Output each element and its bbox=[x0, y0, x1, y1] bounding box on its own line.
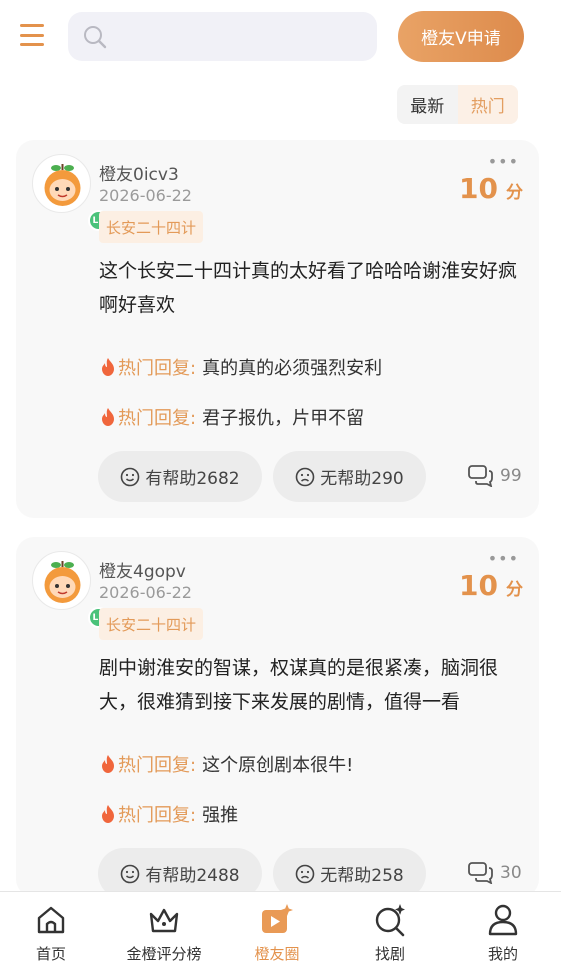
review-date: 2026-06-22 bbox=[99, 186, 192, 205]
review-card: L2 橙友4gopv 2026-06-22 长安二十四计 ••• 10 分 剧中… bbox=[16, 537, 539, 899]
username[interactable]: 橙友4gopv bbox=[99, 557, 186, 582]
score: 10 分 bbox=[459, 569, 523, 602]
search-input[interactable] bbox=[68, 12, 377, 61]
comment-icon bbox=[468, 465, 493, 487]
more-options-icon[interactable]: ••• bbox=[488, 549, 519, 568]
orange-mascot-icon bbox=[44, 164, 81, 206]
fire-icon bbox=[102, 755, 114, 773]
home-icon bbox=[37, 906, 65, 934]
comments-button[interactable]: 99 bbox=[468, 465, 522, 487]
hot-reply[interactable]: 热门回复: 真的真的必须强烈安利 bbox=[99, 354, 382, 380]
comment-count: 30 bbox=[500, 863, 522, 883]
smile-icon bbox=[121, 864, 140, 883]
nav-item-home[interactable]: 首页 bbox=[0, 892, 107, 969]
nav-label: 首页 bbox=[35, 945, 66, 963]
show-tag[interactable]: 长安二十四计 bbox=[99, 608, 204, 640]
hot-reply-text: 真的真的必须强烈安利 bbox=[202, 358, 383, 379]
nav-label: 金橙评分榜 bbox=[126, 945, 202, 963]
sort-latest-option[interactable]: 最新 bbox=[397, 85, 458, 124]
hot-reply-label: 热门回复: bbox=[118, 408, 197, 429]
comment-icon bbox=[468, 862, 493, 884]
hot-reply-label: 热门回复: bbox=[118, 805, 197, 826]
hot-reply-label: 热门回复: bbox=[118, 755, 197, 776]
comments-button[interactable]: 30 bbox=[468, 862, 522, 884]
orange-mascot-icon bbox=[44, 561, 81, 603]
score: 10 分 bbox=[459, 172, 523, 205]
nav-item-ranking[interactable]: 金橙评分榜 bbox=[108, 892, 220, 969]
smile-icon bbox=[121, 467, 140, 486]
review-content[interactable]: 剧中谢淮安的智谋，权谋真的是很紧凑，脑洞很大，很难猜到接下来发展的剧情，值得一看 bbox=[99, 651, 527, 719]
hot-reply-text: 这个原创剧本很牛! bbox=[202, 755, 354, 776]
sort-toggle: 最新 热门 bbox=[397, 85, 518, 124]
hamburger-menu-icon[interactable] bbox=[20, 24, 44, 46]
review-card: L2 橙友0icv3 2026-06-22 长安二十四计 ••• 10 分 这个… bbox=[16, 140, 539, 518]
search-icon bbox=[84, 26, 107, 49]
crown-icon bbox=[149, 908, 179, 933]
comment-count: 99 bbox=[500, 466, 522, 486]
review-content[interactable]: 这个长安二十四计真的太好看了哈哈哈谢淮安好疯啊好喜欢 bbox=[99, 254, 527, 322]
fire-icon bbox=[102, 408, 114, 426]
apply-v-button[interactable]: 橙友V申请 bbox=[398, 11, 524, 62]
video-sparkle-icon bbox=[262, 904, 293, 933]
nav-item-find[interactable]: 找剧 bbox=[334, 892, 446, 969]
helpful-count: 有帮助2682 bbox=[145, 469, 240, 489]
nav-label: 找剧 bbox=[374, 945, 405, 963]
nav-label: 我的 bbox=[487, 945, 518, 963]
score-value: 10 bbox=[459, 569, 498, 602]
hot-reply-label: 热门回复: bbox=[118, 358, 197, 379]
bottom-nav: 首页 金橙评分榜 橙友圈 找剧 我的 bbox=[0, 891, 561, 969]
avatar[interactable]: L2 bbox=[32, 154, 109, 231]
hot-reply[interactable]: 热门回复: 这个原创剧本很牛! bbox=[99, 751, 353, 777]
fire-icon bbox=[102, 805, 114, 823]
nav-label: 橙友圈 bbox=[254, 945, 300, 963]
hot-reply[interactable]: 热门回复: 君子报仇，片甲不留 bbox=[99, 404, 364, 430]
not-helpful-button[interactable]: 无帮助290 bbox=[273, 451, 426, 502]
nav-item-me[interactable]: 我的 bbox=[447, 892, 559, 969]
frown-icon bbox=[295, 864, 315, 883]
helpful-button[interactable]: 有帮助2682 bbox=[98, 451, 262, 502]
not-helpful-count: 无帮助258 bbox=[320, 866, 404, 886]
review-date: 2026-06-22 bbox=[99, 583, 192, 602]
more-options-icon[interactable]: ••• bbox=[488, 152, 519, 171]
not-helpful-count: 无帮助290 bbox=[320, 469, 404, 489]
score-unit: 分 bbox=[506, 580, 523, 600]
show-tag[interactable]: 长安二十四计 bbox=[99, 211, 204, 243]
hot-reply[interactable]: 热门回复: 强推 bbox=[99, 801, 238, 827]
helpful-count: 有帮助2488 bbox=[145, 866, 240, 886]
username[interactable]: 橙友0icv3 bbox=[99, 160, 179, 185]
frown-icon bbox=[295, 467, 315, 486]
fire-icon bbox=[102, 358, 114, 376]
score-unit: 分 bbox=[506, 183, 523, 203]
user-icon bbox=[488, 904, 518, 936]
search-sparkle-icon bbox=[375, 904, 405, 937]
sort-hot-option[interactable]: 热门 bbox=[457, 85, 518, 124]
top-bar: 橙友V申请 bbox=[0, 0, 561, 72]
hot-reply-text: 强推 bbox=[202, 805, 239, 826]
score-value: 10 bbox=[459, 172, 498, 205]
nav-item-circle[interactable]: 橙友圈 bbox=[221, 892, 333, 969]
hot-reply-text: 君子报仇，片甲不留 bbox=[202, 408, 365, 429]
avatar[interactable]: L2 bbox=[32, 551, 109, 628]
